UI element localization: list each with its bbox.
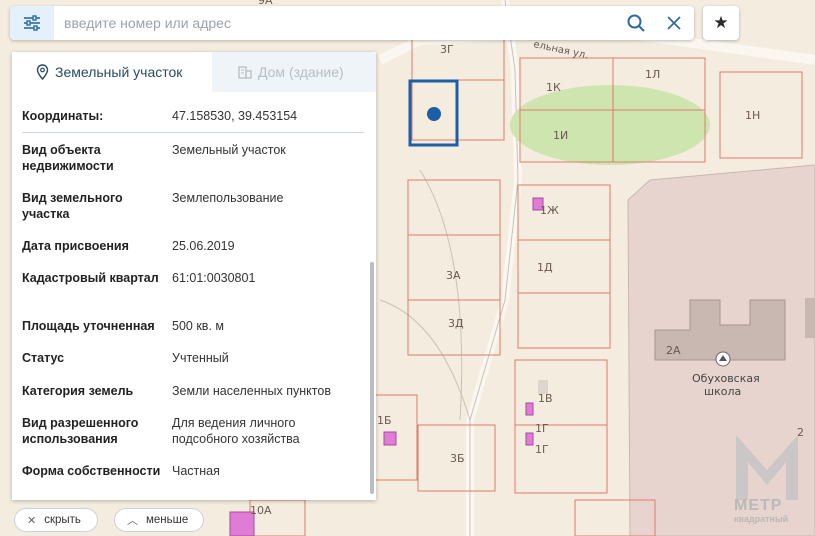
property-value: Землепользование [172,191,284,205]
search-input[interactable] [64,13,604,33]
plot-label: 1К [546,81,561,94]
tab-building[interactable]: Дом (здание) [212,52,376,92]
search-icon[interactable] [626,13,646,33]
favorite-button[interactable]: ★ [703,6,739,40]
watermark-subtitle: квадратный [734,514,789,524]
close-icon[interactable] [664,13,684,33]
watermark-title: МЕТР [734,497,783,514]
property-key: Статус [22,351,65,365]
property-value: Земли населенных пунктов [172,384,331,398]
star-icon: ★ [713,13,729,32]
hide-button-label: скрыть [44,514,81,526]
plot-label: 1Б [377,414,392,427]
plot-label: 1Н [745,109,760,122]
property-value: Учтенный [172,351,229,365]
property-key: Категория земель [22,384,134,398]
chevron-up-icon: ︿ [127,515,138,527]
divider [22,132,364,133]
plot-label: 1В [538,392,553,405]
school-label: школа [704,385,741,398]
plot-label: 3А [446,269,461,282]
property-key: Площадь уточненная [22,319,155,333]
search-bar [10,6,694,40]
tab-label: Дом (здание) [258,64,344,80]
info-panel: Земельный участок Дом (здание) Координат… [12,52,376,500]
map-pin-icon [36,64,49,80]
menu-button[interactable] [10,6,54,40]
property-value: 25.06.2019 [172,239,235,253]
tab-land-plot[interactable]: Земельный участок [12,52,212,92]
school-label: Обуховская [692,372,760,385]
less-button-label: меньше [146,514,189,526]
plot-label: 10А [250,504,272,517]
plot-label: 2А [666,344,681,357]
property-value: Земельный участок [172,143,286,157]
panel-scrollbar[interactable] [370,262,374,494]
plot-label: 1Г [535,422,549,435]
less-button[interactable]: ︿ меньше [114,508,204,532]
hide-button[interactable]: ✕ скрыть [14,508,98,532]
property-key: Дата присвоения [22,239,129,253]
plot-label: 1Д [537,261,553,274]
property-key: Форма собственности [22,464,161,478]
property-value: Частная [172,464,220,478]
building-icon [238,66,252,79]
close-icon: ✕ [27,514,37,527]
property-key: Кадастровый квартал [22,271,159,285]
property-value: 47.158530, 39.453154 [172,109,298,123]
plot-label: 3Д [448,317,464,330]
filter-sliders-icon [24,15,40,31]
plot-label: 1Ж [540,204,559,217]
property-key: Вид земельного участка [22,191,123,221]
property-value: 500 кв. м [172,319,224,333]
property-value: 61:01:0030801 [172,271,256,285]
plot-label: 3Б [450,452,465,465]
plot-label: 1Л [645,68,660,81]
panel-tabs: Земельный участок Дом (здание) [12,52,376,92]
plot-label: 3Г [440,43,454,56]
plot-label: 1И [553,129,568,142]
tab-label: Земельный участок [55,64,183,80]
plot-label: 1Г [535,443,549,456]
property-key: Координаты: [22,109,104,123]
property-value: Для ведения личного подсобного хозяйства [172,416,300,446]
property-key: Вид разрешенного использования [22,416,139,446]
property-key: Вид объекта недвижимости [22,143,114,173]
